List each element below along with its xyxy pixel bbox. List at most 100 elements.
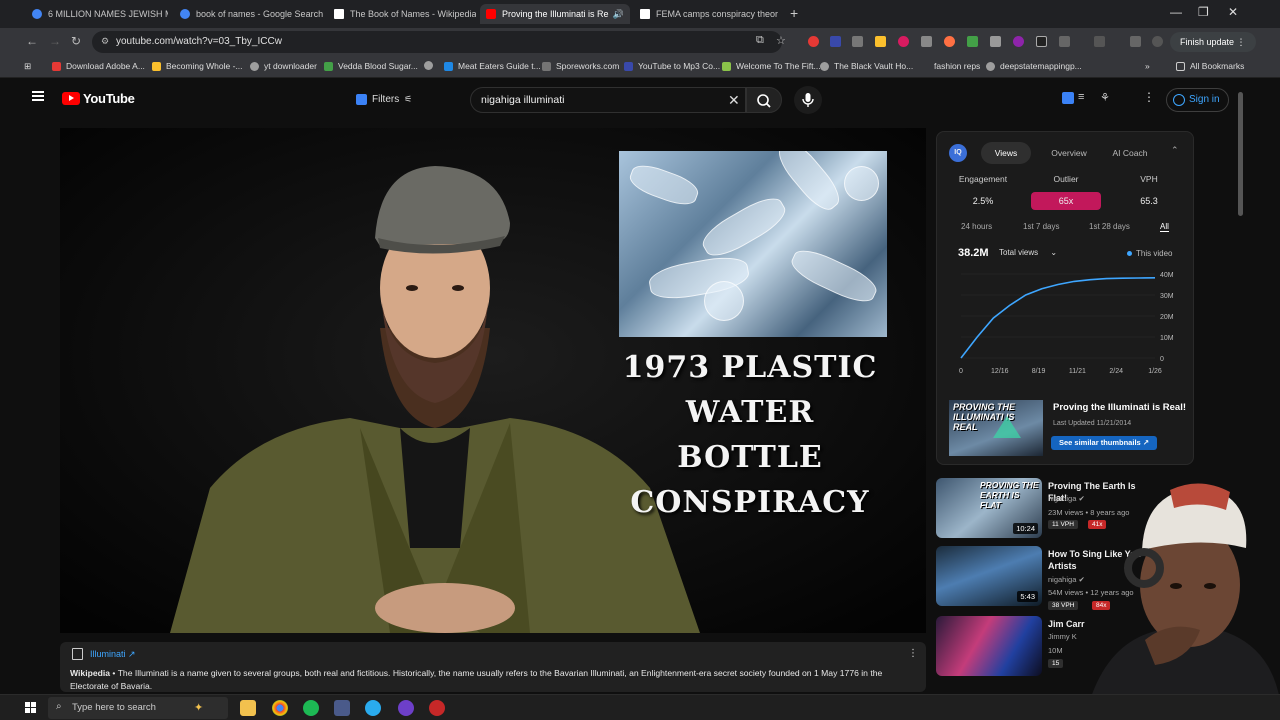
extension-icon[interactable] — [1036, 36, 1047, 47]
sign-in-button[interactable]: Sign in — [1166, 88, 1229, 112]
vidiq-icon[interactable] — [1062, 92, 1074, 104]
tab-ai-coach[interactable]: AI Coach — [1103, 142, 1157, 164]
copilot-sparkle-icon[interactable]: ✦ — [194, 701, 203, 714]
extension-icon[interactable] — [852, 36, 863, 47]
app-icon[interactable] — [429, 700, 445, 716]
url-text[interactable]: youtube.com/watch?v=03_Tby_ICCw — [116, 36, 282, 47]
telegram-icon[interactable] — [365, 700, 381, 716]
see-similar-thumbnails-button[interactable]: See similar thumbnails ↗ — [1051, 436, 1158, 450]
range-first-28-days[interactable]: 1st 28 days — [1089, 222, 1130, 231]
more-options-icon[interactable]: ⋮ — [1143, 90, 1155, 104]
browser-tab[interactable]: The Book of Names - Wikipedia ✕ — [328, 4, 476, 24]
bookmark-item[interactable]: YouTube to Mp3 Co... — [624, 61, 720, 71]
youtube-logo[interactable]: YouTube — [62, 91, 135, 106]
voice-search-button[interactable] — [794, 86, 822, 114]
address-bar[interactable]: ⚙ youtube.com/watch?v=03_Tby_ICCw ⧉ ☆ — [92, 31, 786, 53]
extensions-puzzle-icon[interactable] — [1059, 36, 1070, 47]
page-scrollbar[interactable] — [1236, 80, 1244, 690]
info-source[interactable]: Wikipedia — [70, 668, 110, 678]
extension-icon[interactable] — [990, 36, 1001, 47]
promo-thumbnail[interactable]: PROVING THE ILLUMINATI IS REAL — [949, 400, 1043, 456]
list-icon[interactable]: ≡ — [1078, 91, 1084, 103]
extension-icon[interactable] — [808, 36, 819, 47]
media-icon[interactable] — [1130, 36, 1141, 47]
video-thumbnail[interactable] — [936, 616, 1042, 676]
range-24-hours[interactable]: 24 hours — [961, 222, 992, 231]
minimize-icon[interactable]: — — [1170, 5, 1182, 19]
search-query-text[interactable]: nigahiga illuminati — [481, 94, 564, 106]
restore-icon[interactable]: ❐ — [1198, 5, 1209, 19]
video-thumbnail[interactable]: 5:43 — [936, 546, 1042, 606]
close-tab-icon[interactable]: ✕ — [778, 9, 784, 20]
tab-views[interactable]: Views — [981, 142, 1031, 164]
search-input[interactable]: nigahiga illuminati ✕ — [470, 87, 746, 113]
filters-button[interactable]: Filters ⚟ — [356, 89, 412, 109]
sidebar-icon[interactable] — [1094, 36, 1105, 47]
file-explorer-icon[interactable] — [240, 700, 256, 716]
search-button[interactable] — [746, 87, 782, 113]
info-title-link[interactable]: Illuminati — [90, 649, 126, 659]
bookmark-item[interactable]: Vedda Blood Sugar... — [324, 61, 418, 71]
promo-video-title[interactable]: Proving the Illuminati is Real! — [1053, 402, 1186, 413]
hamburger-menu-icon[interactable] — [32, 91, 44, 101]
clear-search-icon[interactable]: ✕ — [728, 92, 740, 109]
bookmark-item[interactable]: fashion reps — [934, 61, 980, 71]
bookmark-item[interactable]: yt downloader — [250, 61, 317, 71]
browser-tab[interactable]: book of names - Google Search ✕ — [174, 4, 324, 24]
spotify-icon[interactable] — [303, 700, 319, 716]
windows-start-icon[interactable] — [25, 702, 36, 713]
bookmark-item[interactable]: Becoming Whole -... — [152, 61, 243, 71]
extension-icon[interactable] — [967, 36, 978, 47]
extension-icon[interactable] — [921, 36, 932, 47]
bookmark-item[interactable]: Sporeworks.com — [542, 61, 619, 71]
extension-icon[interactable] — [898, 36, 909, 47]
collapse-icon[interactable]: ⌃ — [1171, 145, 1179, 156]
more-bookmarks-icon[interactable]: » — [1145, 61, 1150, 71]
browser-tab[interactable]: 6 MILLION NAMES JEWISH MU ✕ — [26, 4, 168, 24]
finish-update-button[interactable]: Finish update ⋮ — [1170, 32, 1256, 52]
extension-icon[interactable] — [1013, 36, 1024, 47]
bookmark-item[interactable]: deepstatemappingp... — [986, 61, 1082, 71]
site-info-icon[interactable]: ⚙ — [101, 36, 109, 47]
browser-tab-active[interactable]: Proving the Illuminati is Re 🔊 ✕ — [480, 4, 630, 24]
video-thumbnail[interactable]: PROVING THE EARTH IS FLAT 10:24 — [936, 478, 1042, 538]
apps-grid-icon[interactable]: ⊞ — [24, 61, 31, 72]
views-metric-dropdown[interactable]: Total views ⌄ — [999, 248, 1057, 257]
bookmark-item[interactable]: Welcome To The Fift... — [722, 61, 821, 71]
bookmark-item[interactable]: Meat Eaters Guide t... — [444, 61, 541, 71]
extension-icon[interactable] — [830, 36, 841, 47]
webcam-overlay — [1090, 483, 1280, 700]
app-icon[interactable] — [334, 700, 350, 716]
chart-grid — [961, 273, 1155, 359]
cast-icon[interactable]: ⚘ — [1100, 91, 1110, 104]
new-tab-icon[interactable]: + — [790, 5, 798, 21]
profile-icon[interactable] — [1152, 36, 1163, 47]
scrollbar-thumb[interactable] — [1238, 92, 1243, 216]
back-icon[interactable]: ← — [26, 34, 38, 48]
obs-icon[interactable] — [398, 700, 414, 716]
close-window-icon[interactable]: ✕ — [1228, 5, 1238, 19]
tab-overview[interactable]: Overview — [1041, 142, 1097, 164]
bookmark-label: yt downloader — [264, 61, 317, 71]
chrome-icon[interactable] — [272, 700, 288, 716]
info-panel-title[interactable]: Illuminati ↗ — [90, 649, 136, 660]
install-app-icon[interactable]: ⧉ — [756, 34, 764, 47]
range-first-7-days[interactable]: 1st 7 days — [1023, 222, 1059, 231]
engagement-value: 2.5% — [972, 196, 994, 206]
close-tab-icon[interactable]: ✕ — [624, 9, 631, 20]
extension-icon[interactable] — [944, 36, 955, 47]
bookmark-item[interactable]: Download Adobe A... — [52, 61, 145, 71]
forward-icon[interactable]: → — [49, 34, 61, 48]
speaker-icon[interactable]: 🔊 — [613, 9, 624, 20]
taskbar-search-input[interactable]: ⌕ Type here to search ✦ — [48, 697, 228, 719]
reload-icon[interactable]: ↻ — [71, 34, 81, 48]
bookmark-star-icon[interactable]: ☆ — [776, 34, 786, 47]
range-all[interactable]: All — [1160, 222, 1169, 232]
extension-icon[interactable] — [875, 36, 886, 47]
all-bookmarks-folder[interactable]: All Bookmarks — [1176, 61, 1244, 71]
bookmark-item[interactable] — [424, 61, 438, 70]
browser-tab[interactable]: FEMA camps conspiracy theor ✕ — [634, 4, 784, 24]
bookmark-item[interactable]: The Black Vault Ho... — [820, 61, 913, 71]
close-tab-icon[interactable]: ✕ — [323, 9, 324, 20]
more-options-icon[interactable]: ⋮ — [908, 648, 918, 659]
